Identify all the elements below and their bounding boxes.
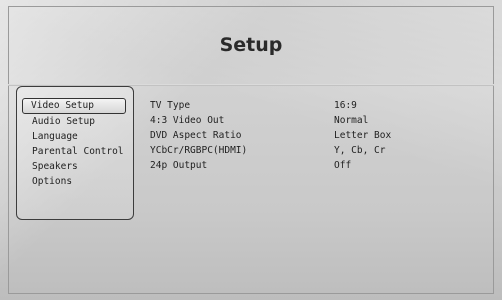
setup-screen: Setup Video Setup Audio Setup Language P… [0,0,502,300]
menu-item-audio-setup[interactable]: Audio Setup [32,114,95,129]
setting-label-tv-type[interactable]: TV Type [150,99,190,113]
setting-label-dvd-aspect-ratio[interactable]: DVD Aspect Ratio [150,129,242,143]
setting-label-video-out[interactable]: 4:3 Video Out [150,114,224,128]
setting-value-tv-type[interactable]: 16:9 [334,99,357,113]
setting-label-hdmi-color[interactable]: YCbCr/RGBPC(HDMI) [150,144,247,158]
menu-item-parental-control[interactable]: Parental Control [32,144,124,159]
menu-item-video-setup[interactable]: Video Setup [22,98,126,114]
setting-value-video-out[interactable]: Normal [334,114,368,128]
menu-item-options[interactable]: Options [32,174,72,189]
page-title: Setup [219,34,283,56]
setting-label-24p-output[interactable]: 24p Output [150,159,207,173]
menu-item-speakers[interactable]: Speakers [32,159,78,174]
menu-item-language[interactable]: Language [32,129,78,144]
setting-value-24p-output[interactable]: Off [334,159,351,173]
setting-value-dvd-aspect-ratio[interactable]: Letter Box [334,129,391,143]
setting-value-hdmi-color[interactable]: Y, Cb, Cr [334,144,385,158]
